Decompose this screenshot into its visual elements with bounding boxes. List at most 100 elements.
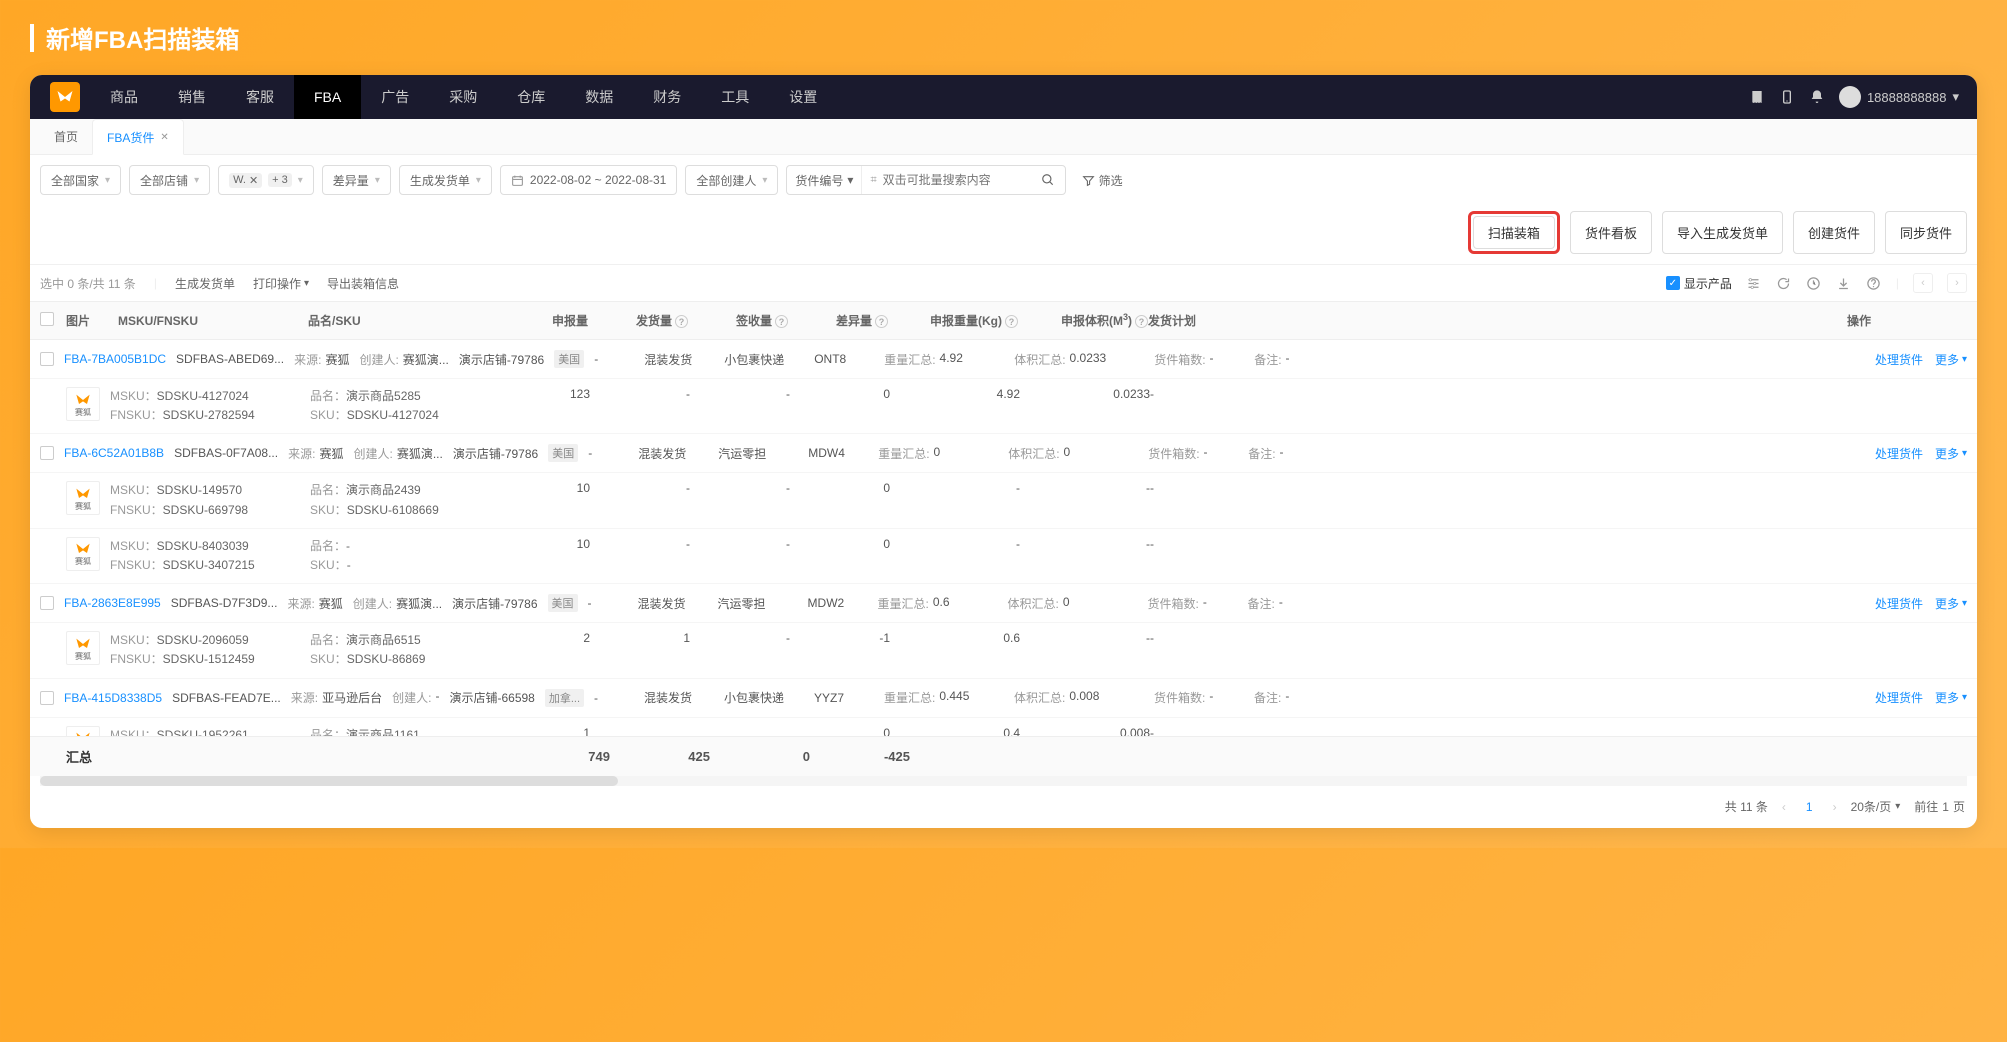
data-table: 图片 MSKU/FNSKU 品名/SKU 申报量 发货量? 签收量? 差异量? … (30, 301, 1977, 776)
close-icon[interactable]: ✕ (249, 174, 258, 187)
product-thumbnail[interactable]: 赛狐 (66, 537, 100, 571)
action-同步货件[interactable]: 同步货件 (1885, 211, 1967, 254)
more-dropdown[interactable]: 更多 ▾ (1935, 351, 1967, 368)
receipt-icon[interactable] (1749, 89, 1765, 105)
top-toolbar: 18888888888 ▾ (1749, 86, 1959, 108)
bell-icon[interactable] (1809, 89, 1825, 105)
row-checkbox[interactable] (40, 352, 54, 366)
nav-item-工具[interactable]: 工具 (701, 75, 769, 119)
refresh-icon[interactable] (1776, 275, 1792, 291)
settings-icon[interactable] (1746, 275, 1762, 291)
gen-shipment-link[interactable]: 生成发货单 (175, 275, 235, 292)
more-dropdown[interactable]: 更多 ▾ (1935, 595, 1967, 612)
nav-item-商品[interactable]: 商品 (90, 75, 158, 119)
fox-icon (75, 730, 91, 736)
page-next[interactable]: › (1833, 800, 1837, 814)
fox-icon (75, 636, 91, 652)
col-volume: 申报体积(M3)? (1018, 312, 1148, 329)
show-product-toggle[interactable]: ✓显示产品 (1666, 275, 1732, 292)
filter-warehouse[interactable]: W.✕ + 3 ▾ (218, 165, 314, 195)
user-menu[interactable]: 18888888888 ▾ (1839, 86, 1959, 108)
product-thumbnail[interactable]: 赛狐 (66, 387, 100, 421)
chevron-down-icon: ▾ (105, 175, 110, 186)
calendar-icon (511, 174, 524, 187)
tab-FBA货件[interactable]: FBA货件✕ (92, 119, 184, 155)
mobile-icon[interactable] (1779, 89, 1795, 105)
title-accent (30, 24, 34, 52)
search-button[interactable] (1031, 166, 1065, 194)
search-input[interactable] (883, 173, 1023, 187)
product-thumbnail[interactable]: 赛狐 (66, 481, 100, 515)
help-icon[interactable] (1866, 275, 1882, 291)
nav-item-客服[interactable]: 客服 (226, 75, 294, 119)
tab-首页[interactable]: 首页 (40, 119, 92, 155)
pagination: 共 11 条 ‹ 1 › 20条/页▾ 前往 1 页 (30, 786, 1977, 828)
sdfbas-code: SDFBAS-ABED69... (176, 352, 284, 366)
row-checkbox[interactable] (40, 596, 54, 610)
selection-count: 选中 0 条/共 11 条 (40, 275, 136, 292)
process-shipment-link[interactable]: 处理货件 (1875, 595, 1923, 612)
page-size-select[interactable]: 20条/页▾ (1851, 798, 1901, 815)
more-dropdown[interactable]: 更多 ▾ (1935, 689, 1967, 706)
country-tag: 美国 (548, 594, 578, 612)
page-current[interactable]: 1 (1800, 798, 1819, 816)
help-icon[interactable]: ? (875, 315, 888, 328)
help-icon[interactable]: ? (675, 315, 688, 328)
process-shipment-link[interactable]: 处理货件 (1875, 351, 1923, 368)
more-dropdown[interactable]: 更多 ▾ (1935, 445, 1967, 462)
fba-id-link[interactable]: FBA-7BA005B1DC (64, 352, 166, 366)
app-logo[interactable] (50, 82, 80, 112)
product-row: 赛狐MSKU：SDSKU-4127024FNSKU：SDSKU-2782594品… (30, 379, 1977, 434)
page-prev[interactable]: ‹ (1782, 800, 1786, 814)
close-icon[interactable]: ✕ (160, 132, 168, 143)
history-icon[interactable] (1806, 275, 1822, 291)
print-dropdown[interactable]: 打印操作 ▾ (253, 275, 309, 292)
fba-id-link[interactable]: FBA-415D8338D5 (64, 691, 162, 705)
process-shipment-link[interactable]: 处理货件 (1875, 689, 1923, 706)
nav-item-设置[interactable]: 设置 (769, 75, 837, 119)
export-link[interactable]: 导出装箱信息 (327, 275, 399, 292)
row-checkbox[interactable] (40, 446, 54, 460)
filter-diff[interactable]: 差异量▾ (322, 165, 391, 195)
page-goto-value[interactable]: 1 (1942, 800, 1949, 814)
filter-creator[interactable]: 全部创建人▾ (685, 165, 778, 195)
app-window: 商品销售客服FBA广告采购仓库数据财务工具设置 18888888888 ▾ 首页… (30, 75, 1977, 828)
help-icon[interactable]: ? (775, 315, 788, 328)
filter-date-range[interactable]: 2022-08-02 ~ 2022-08-31 (500, 165, 677, 195)
action-货件看板[interactable]: 货件看板 (1570, 211, 1652, 254)
shipment-group-row: FBA-7BA005B1DCSDFBAS-ABED69...来源:赛狐创建人:赛… (30, 340, 1977, 379)
nav-item-FBA[interactable]: FBA (294, 75, 361, 119)
action-创建货件[interactable]: 创建货件 (1793, 211, 1875, 254)
batch-icon[interactable]: ⌗ (870, 174, 876, 187)
nav-item-采购[interactable]: 采购 (429, 75, 497, 119)
action-导入生成发货单[interactable]: 导入生成发货单 (1662, 211, 1783, 254)
process-shipment-link[interactable]: 处理货件 (1875, 445, 1923, 462)
help-icon[interactable]: ? (1135, 315, 1148, 328)
select-all-checkbox[interactable] (40, 312, 54, 326)
horizontal-scrollbar[interactable] (40, 776, 1967, 786)
fba-id-link[interactable]: FBA-2863E8E995 (64, 596, 161, 610)
action-扫描装箱[interactable]: 扫描装箱 (1473, 216, 1555, 249)
product-thumbnail[interactable]: 赛狐 (66, 631, 100, 665)
filter-gen-shipment[interactable]: 生成发货单▾ (399, 165, 492, 195)
nav-item-仓库[interactable]: 仓库 (497, 75, 565, 119)
prev-page-icon[interactable]: ‹ (1913, 273, 1933, 293)
nav-item-广告[interactable]: 广告 (361, 75, 429, 119)
advanced-filter[interactable]: 筛选 (1074, 172, 1131, 189)
warehouse-chip[interactable]: W.✕ (229, 173, 262, 188)
help-icon[interactable]: ? (1005, 315, 1018, 328)
nav-item-数据[interactable]: 数据 (565, 75, 633, 119)
chevron-down-icon: ▾ (1962, 448, 1967, 459)
search-type-select[interactable]: 货件编号▾ (787, 166, 862, 194)
product-thumbnail[interactable]: 赛狐 (66, 726, 100, 736)
nav-item-销售[interactable]: 销售 (158, 75, 226, 119)
nav-item-财务[interactable]: 财务 (633, 75, 701, 119)
filter-country[interactable]: 全部国家▾ (40, 165, 121, 195)
summary-row: 汇总 749 425 0 -425 (30, 736, 1977, 776)
download-icon[interactable] (1836, 275, 1852, 291)
fba-id-link[interactable]: FBA-6C52A01B8B (64, 446, 164, 460)
next-page-icon[interactable]: › (1947, 273, 1967, 293)
scrollbar-thumb[interactable] (40, 776, 618, 786)
filter-shop[interactable]: 全部店铺▾ (129, 165, 210, 195)
row-checkbox[interactable] (40, 691, 54, 705)
